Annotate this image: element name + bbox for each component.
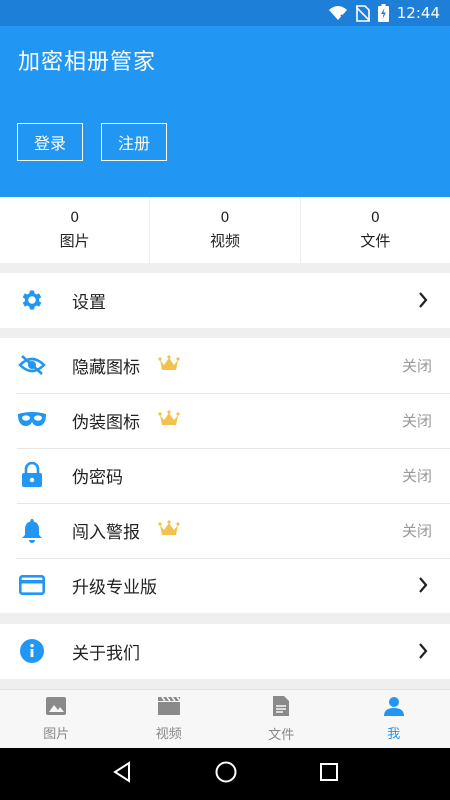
info-icon: [17, 636, 47, 666]
stat-label: 文件: [360, 231, 391, 250]
image-icon: [45, 696, 67, 720]
status-bar: 12:44: [0, 0, 450, 26]
about-row[interactable]: 关于我们: [0, 624, 450, 679]
chevron-right-icon: [418, 577, 428, 597]
credit-card-icon: [17, 570, 47, 600]
disguise-icon-status: 关闭: [401, 412, 432, 430]
settings-label: 设置: [72, 293, 106, 313]
crown-icon: [158, 355, 180, 375]
intrusion-alert-status: 关闭: [401, 522, 432, 540]
fake-password-label: 伪密码: [72, 468, 123, 488]
mask-icon: [17, 405, 47, 435]
gear-icon: [17, 285, 47, 315]
fake-password-row[interactable]: 伪密码 关闭: [0, 448, 450, 503]
battery-icon: [377, 4, 389, 22]
clock-text: 12:44: [396, 4, 440, 22]
tab-videos[interactable]: 视频: [113, 690, 226, 748]
tab-label: 图片: [43, 727, 70, 742]
about-label: 关于我们: [72, 644, 140, 664]
upgrade-label: 升级专业版: [72, 578, 157, 598]
login-button[interactable]: 登录: [17, 123, 83, 161]
wifi-icon: [328, 5, 348, 21]
tab-files[interactable]: 文件: [225, 690, 338, 748]
features-section: 隐藏图标 关闭 伪装图标 关闭 伪密码 关闭 闯入警报 关闭 升级专业版: [0, 338, 450, 613]
no-sim-icon: [355, 4, 370, 22]
profile-header: 加密相册管家 登录 注册: [0, 26, 450, 197]
tab-label: 视频: [155, 727, 182, 742]
about-section: 关于我们: [0, 624, 450, 679]
movie-icon: [157, 696, 181, 720]
lock-icon: [17, 460, 47, 490]
system-nav-bar: [0, 748, 450, 800]
chevron-right-icon: [418, 292, 428, 312]
register-button[interactable]: 注册: [101, 123, 167, 161]
hide-icon-row[interactable]: 隐藏图标 关闭: [0, 338, 450, 393]
home-icon[interactable]: [215, 761, 237, 787]
chevron-right-icon: [418, 643, 428, 663]
stat-photos[interactable]: 0 图片: [0, 197, 151, 263]
settings-row[interactable]: 设置: [0, 273, 450, 328]
settings-section: 设置: [0, 273, 450, 328]
tab-me[interactable]: 我: [338, 690, 450, 748]
upgrade-row[interactable]: 升级专业版: [0, 558, 450, 613]
tab-photos[interactable]: 图片: [0, 690, 113, 748]
hide-icon-label: 隐藏图标: [72, 358, 140, 378]
app-title: 加密相册管家: [18, 50, 157, 75]
bottom-tab-bar: 图片 视频 文件 我: [0, 689, 450, 748]
back-icon[interactable]: [112, 761, 132, 787]
stat-count: 0: [370, 209, 380, 226]
bell-icon: [17, 515, 47, 545]
stat-count: 0: [220, 209, 230, 226]
disguise-icon-row[interactable]: 伪装图标 关闭: [0, 393, 450, 448]
tab-label: 我: [387, 727, 401, 742]
crown-icon: [158, 410, 180, 430]
fake-password-status: 关闭: [401, 467, 432, 485]
stat-label: 图片: [59, 231, 90, 250]
eye-off-icon: [17, 350, 47, 380]
recents-icon[interactable]: [320, 763, 339, 785]
tab-label: 文件: [268, 728, 295, 743]
intrusion-alert-row[interactable]: 闯入警报 关闭: [0, 503, 450, 558]
document-icon: [272, 695, 290, 721]
stat-count: 0: [70, 209, 80, 226]
hide-icon-status: 关闭: [401, 357, 432, 375]
crown-icon: [158, 520, 180, 540]
intrusion-alert-label: 闯入警报: [72, 523, 140, 543]
stat-videos[interactable]: 0 视频: [150, 197, 301, 263]
disguise-icon-label: 伪装图标: [72, 413, 140, 433]
stat-files[interactable]: 0 文件: [301, 197, 450, 263]
stat-label: 视频: [209, 231, 240, 250]
person-icon: [383, 696, 404, 720]
stats-panel: 0 图片 0 视频 0 文件: [0, 197, 450, 263]
